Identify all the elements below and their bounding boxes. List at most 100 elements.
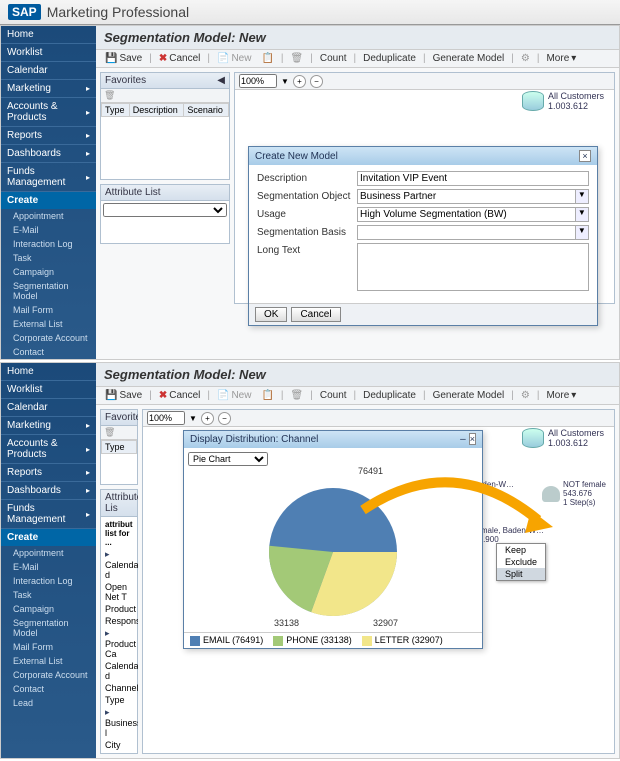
- dialog-header[interactable]: Create New Model ×: [249, 147, 597, 165]
- sidebar-sub-task[interactable]: Task: [1, 251, 96, 265]
- sidebar-item-home[interactable]: Home: [1, 26, 96, 44]
- cancel-button[interactable]: Cancel: [291, 307, 340, 322]
- delete-button[interactable]: 🗑: [288, 389, 307, 402]
- sidebar-sub-interaction-log[interactable]: Interaction Log: [1, 574, 96, 588]
- sidebar-item-dashboards[interactable]: Dashboards: [1, 145, 96, 163]
- sidebar-sub-mail-form[interactable]: Mail Form: [1, 640, 96, 654]
- zoom-out-button[interactable]: −: [310, 75, 323, 88]
- attribute-item[interactable]: Type: [103, 694, 135, 706]
- more-button[interactable]: More ▾: [543, 389, 579, 402]
- sidebar-sub-e-mail[interactable]: E-Mail: [1, 560, 96, 574]
- sidebar-sub-external-list[interactable]: External List: [1, 654, 96, 668]
- attribute-item[interactable]: Product: [103, 603, 135, 615]
- trash-icon[interactable]: 🗑: [104, 427, 115, 437]
- sidebar-item-accounts-products[interactable]: Accounts & Products: [1, 435, 96, 464]
- sidebar-sub-campaign[interactable]: Campaign: [1, 602, 96, 616]
- sidebar-item-calendar[interactable]: Calendar: [1, 399, 96, 417]
- attribute-item[interactable]: City: [103, 739, 135, 751]
- generate-button[interactable]: Generate Model: [430, 52, 508, 65]
- cancel-button[interactable]: ✖Cancel: [156, 52, 204, 65]
- sidebar-sub-e-mail[interactable]: E-Mail: [1, 223, 96, 237]
- attribute-select[interactable]: [103, 203, 227, 217]
- dropdown-icon[interactable]: ▼: [576, 189, 589, 204]
- chart-type-select[interactable]: Pie Chart: [188, 452, 268, 466]
- sidebar-item-marketing[interactable]: Marketing: [1, 417, 96, 435]
- dropdown-icon[interactable]: ▼: [576, 225, 589, 240]
- new-button[interactable]: 📄New: [214, 389, 254, 402]
- attribute-item[interactable]: Business l: [103, 706, 135, 739]
- zoom-out-button[interactable]: −: [218, 412, 231, 425]
- save-button[interactable]: 💾Save: [102, 389, 145, 402]
- sidebar-sub-lead[interactable]: Lead: [1, 696, 96, 710]
- count-button[interactable]: Count: [317, 52, 350, 65]
- sidebar-sub-contact[interactable]: Contact: [1, 345, 96, 359]
- attribute-item[interactable]: Product Ca: [103, 627, 135, 660]
- sidebar-sub-appointment[interactable]: Appointment: [1, 546, 96, 560]
- segobj-input[interactable]: [357, 189, 576, 204]
- copy-button[interactable]: 📋: [258, 389, 276, 402]
- sidebar-sub-corporate-account[interactable]: Corporate Account: [1, 668, 96, 682]
- dropdown-icon[interactable]: ▼: [576, 207, 589, 222]
- sidebar-item-reports[interactable]: Reports: [1, 464, 96, 482]
- new-button[interactable]: 📄New: [214, 52, 254, 65]
- sidebar-item-home[interactable]: Home: [1, 363, 96, 381]
- collapse-icon[interactable]: ◀: [217, 75, 225, 86]
- segment-node-notfemale[interactable]: NOT female543.6761 Step(s): [542, 480, 606, 507]
- save-button[interactable]: 💾Save: [102, 52, 145, 65]
- col-scenario[interactable]: Scenario: [184, 104, 229, 117]
- zoom-input[interactable]: [147, 411, 185, 425]
- sidebar-sub-appointment[interactable]: Appointment: [1, 209, 96, 223]
- sidebar-sub-interaction-log[interactable]: Interaction Log: [1, 237, 96, 251]
- sidebar-item-funds-management[interactable]: Funds Management: [1, 500, 96, 529]
- trash-icon[interactable]: 🗑: [104, 90, 115, 100]
- attribute-item[interactable]: Channel: [103, 682, 135, 694]
- sidebar-item-calendar[interactable]: Calendar: [1, 62, 96, 80]
- ctx-keep[interactable]: Keep: [497, 544, 545, 556]
- sidebar-sub-corporate-account[interactable]: Corporate Account: [1, 331, 96, 345]
- sidebar-sub-segmentation-model[interactable]: Segmentation Model: [1, 616, 96, 640]
- sidebar-item-marketing[interactable]: Marketing: [1, 80, 96, 98]
- sidebar-sub-campaign[interactable]: Campaign: [1, 265, 96, 279]
- toolbar-icon[interactable]: ⚙: [518, 52, 533, 65]
- dedup-button[interactable]: Deduplicate: [360, 389, 419, 402]
- favorites-header[interactable]: Favorites: [101, 410, 137, 426]
- attribute-item[interactable]: Calendar d: [103, 660, 135, 682]
- sidebar-item-worklist[interactable]: Worklist: [1, 381, 96, 399]
- more-button[interactable]: More ▾: [543, 52, 579, 65]
- zoom-input[interactable]: [239, 74, 277, 88]
- copy-button[interactable]: 📋: [258, 52, 276, 65]
- zoom-dropdown-icon[interactable]: ▼: [189, 414, 197, 423]
- sidebar-item-reports[interactable]: Reports: [1, 127, 96, 145]
- sidebar-item-accounts-products[interactable]: Accounts & Products: [1, 98, 96, 127]
- close-icon[interactable]: ×: [469, 433, 476, 445]
- dialog-header[interactable]: Display Distribution: Channel –×: [184, 431, 482, 448]
- sidebar-item-dashboards[interactable]: Dashboards: [1, 482, 96, 500]
- sidebar-sub-external-list[interactable]: External List: [1, 317, 96, 331]
- attribute-item[interactable]: Open Net T: [103, 581, 135, 603]
- generate-button[interactable]: Generate Model: [430, 389, 508, 402]
- attribute-item[interactable]: Responsibl: [103, 615, 135, 627]
- ctx-exclude[interactable]: Exclude: [497, 556, 545, 568]
- toolbar-icon[interactable]: ⚙: [518, 389, 533, 402]
- sidebar-item-worklist[interactable]: Worklist: [1, 44, 96, 62]
- col-type[interactable]: Type: [102, 441, 137, 454]
- zoom-dropdown-icon[interactable]: ▼: [281, 77, 289, 86]
- dedup-button[interactable]: Deduplicate: [360, 52, 419, 65]
- favorites-header[interactable]: Favorites ◀: [101, 73, 229, 89]
- ctx-split[interactable]: Split: [497, 568, 545, 580]
- close-icon[interactable]: ×: [579, 150, 591, 162]
- attribute-item[interactable]: Calendar d: [103, 548, 135, 581]
- all-customers-node[interactable]: All Customers 1.003.612: [522, 91, 604, 111]
- count-button[interactable]: Count: [317, 389, 350, 402]
- cancel-button[interactable]: ✖Cancel: [156, 389, 204, 402]
- zoom-in-button[interactable]: +: [201, 412, 214, 425]
- sidebar-sub-mail-form[interactable]: Mail Form: [1, 303, 96, 317]
- zoom-in-button[interactable]: +: [293, 75, 306, 88]
- basis-input[interactable]: [357, 225, 576, 240]
- all-customers-node[interactable]: All Customers1.003.612: [522, 428, 604, 448]
- sidebar-sub-segmentation-model[interactable]: Segmentation Model: [1, 279, 96, 303]
- sidebar-sub-task[interactable]: Task: [1, 588, 96, 602]
- ok-button[interactable]: OK: [255, 307, 287, 322]
- sidebar-sub-contact[interactable]: Contact: [1, 682, 96, 696]
- desc-input[interactable]: [357, 171, 589, 186]
